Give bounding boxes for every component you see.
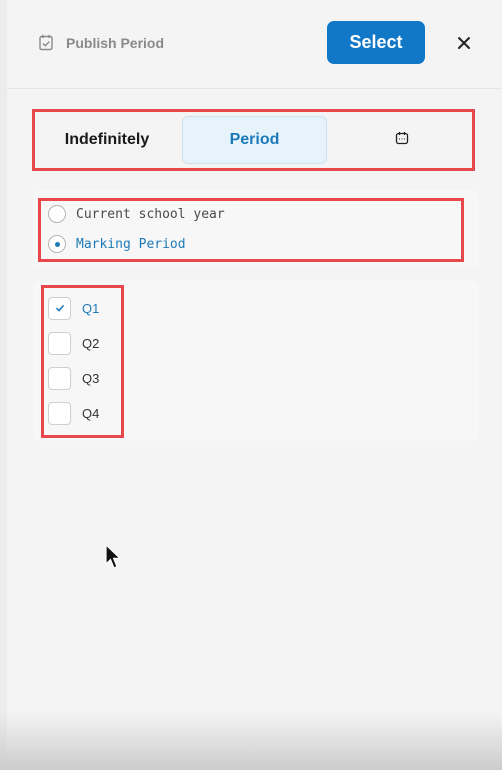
close-icon[interactable] xyxy=(454,33,474,53)
dialog-header: Publish Period Select xyxy=(7,0,502,89)
checkbox-q2[interactable] xyxy=(48,331,71,355)
radio-current-school-year[interactable]: Current school year xyxy=(48,203,225,225)
checkbox-label: Q3 xyxy=(82,370,100,386)
window-edge xyxy=(0,0,7,770)
calendar-icon xyxy=(395,131,409,150)
radio-button[interactable] xyxy=(48,205,66,223)
bottom-shadow xyxy=(0,712,502,770)
tab-custom-dates[interactable] xyxy=(332,116,472,164)
calendar-check-icon xyxy=(38,34,54,51)
radio-marking-period[interactable]: Marking Period xyxy=(48,233,186,255)
checkbox-label: Q2 xyxy=(82,335,100,351)
checkbox-q3[interactable] xyxy=(48,366,71,390)
checkbox-row-q3[interactable]: Q3 xyxy=(48,366,99,390)
checkbox-label: Q4 xyxy=(82,405,100,421)
checkbox-q1[interactable] xyxy=(48,296,71,320)
publish-mode-tabs: Indefinitely Period xyxy=(37,113,472,169)
mouse-cursor-icon xyxy=(105,544,122,569)
checkbox-row-q2[interactable]: Q2 xyxy=(48,331,99,355)
period-options-card: Current school year Marking Period xyxy=(33,190,479,268)
marking-periods-card: Q1 Q2 Q3 Q4 xyxy=(33,281,479,441)
checkbox-row-q4[interactable]: Q4 xyxy=(48,401,99,425)
checkbox-label: Q1 xyxy=(82,300,100,316)
dialog-title: Publish Period xyxy=(66,35,165,51)
select-button[interactable]: Select xyxy=(327,21,425,64)
checkbox-row-q1[interactable]: Q1 xyxy=(48,296,99,320)
checkbox-q4[interactable] xyxy=(48,401,71,425)
tab-period[interactable]: Period xyxy=(182,116,327,164)
radio-label: Current school year xyxy=(76,206,225,222)
tab-indefinitely[interactable]: Indefinitely xyxy=(37,116,177,164)
check-icon xyxy=(55,304,64,312)
radio-button-selected[interactable] xyxy=(48,235,66,253)
radio-label: Marking Period xyxy=(76,236,186,252)
